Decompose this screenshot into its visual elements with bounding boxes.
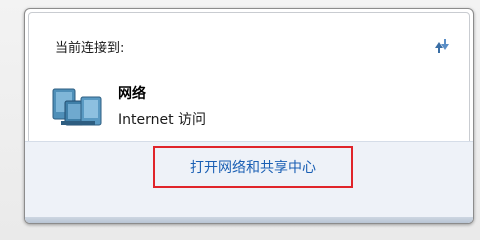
network-computers-icon (52, 88, 102, 126)
network-flyout-panel: 当前连接到: 网络 Internet 访问 打开网络和共享中心 (24, 8, 474, 224)
refresh-button[interactable] (429, 35, 453, 57)
desktop-area: 当前连接到: 网络 Internet 访问 打开网络和共享中心 (0, 0, 480, 240)
open-network-sharing-center-link[interactable]: 打开网络和共享中心 (153, 146, 353, 188)
network-name: 网络 (118, 86, 146, 102)
refresh-arrows-icon (435, 39, 449, 53)
flyout-bottom-strip (25, 217, 473, 223)
connected-to-label: 当前连接到: (55, 41, 125, 56)
network-access-status: Internet 访问 (118, 112, 207, 128)
network-list-item[interactable]: 网络 Internet 访问 (49, 77, 349, 133)
